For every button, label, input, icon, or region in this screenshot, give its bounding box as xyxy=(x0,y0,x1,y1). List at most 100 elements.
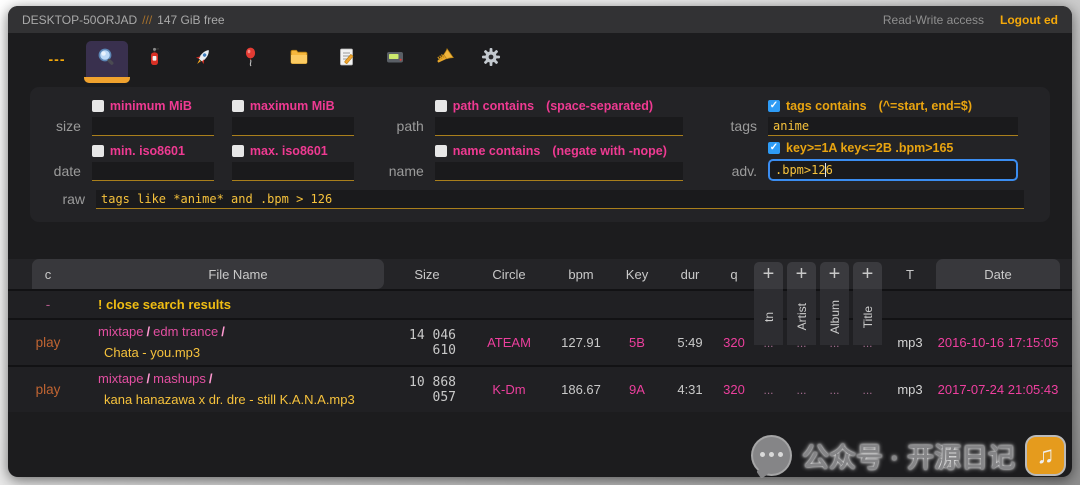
tab-new-doc[interactable] xyxy=(326,41,368,77)
file-link[interactable]: kana hanazawa x dr. dre - still K.A.N.A.… xyxy=(98,392,355,407)
path-segment[interactable]: mixtape xyxy=(98,324,144,339)
date-min-label[interactable]: min. iso8601 xyxy=(110,144,185,158)
desktop-frame: DESKTOP-50ORJAD /// 147 GiB free Read-Wr… xyxy=(0,0,1080,485)
col-header-bpm[interactable]: bpm xyxy=(552,267,610,282)
tab-search[interactable] xyxy=(86,41,128,77)
title-cell: ... xyxy=(851,383,884,397)
size-min-field: minimum MiB xyxy=(92,99,214,136)
hostname: DESKTOP-50ORJAD xyxy=(22,13,137,27)
size-max-checkbox[interactable] xyxy=(232,100,244,112)
file-name-cell: mixtape/mashups/ kana hanazawa x dr. dre… xyxy=(88,369,388,409)
q-cell: 320 xyxy=(716,382,752,397)
path-separator: / xyxy=(147,324,151,339)
col-header-c[interactable]: c xyxy=(8,267,88,282)
pager-icon xyxy=(384,46,406,73)
vertical-label-artist[interactable]: Artist xyxy=(787,289,816,345)
add-column-tn-button[interactable]: + xyxy=(754,262,783,289)
tags-checkbox[interactable]: ✓ xyxy=(768,100,780,112)
vertical-label-tn[interactable]: tn xyxy=(754,289,783,345)
tab-upload[interactable] xyxy=(182,41,224,77)
date-min-input[interactable] xyxy=(92,162,214,181)
search-panel: size minimum MiB maximum MiB path xyxy=(30,87,1050,222)
adv-label[interactable]: key>=1A key<=2B .bpm>165 xyxy=(786,141,953,155)
date-max-label[interactable]: max. iso8601 xyxy=(250,144,328,158)
size-row-label: size xyxy=(34,118,92,136)
adv-row-label: adv. xyxy=(725,163,768,181)
size-max-label[interactable]: maximum MiB xyxy=(250,99,335,113)
col-header-t[interactable]: T xyxy=(884,267,936,282)
bpm-cell: 127.91 xyxy=(552,335,610,350)
path-contains-label[interactable]: path contains xyxy=(453,99,534,113)
album-cell: ... xyxy=(818,383,851,397)
tab-message[interactable] xyxy=(374,41,416,77)
date-max-field: max. iso8601 xyxy=(232,144,354,181)
file-name-cell: mixtape/edm trance/ Chata - you.mp3 xyxy=(88,322,388,362)
table-header: c File Name Size Circle bpm Key dur q + … xyxy=(8,259,1072,289)
tab-settings[interactable] xyxy=(470,41,512,77)
top-status-bar: DESKTOP-50ORJAD /// 147 GiB free Read-Wr… xyxy=(8,6,1072,33)
chat-bubble-icon xyxy=(753,437,790,474)
collapse-panel-button[interactable]: --- xyxy=(34,41,80,77)
size-min-input[interactable] xyxy=(92,117,214,136)
close-row-dash[interactable]: - xyxy=(8,297,88,312)
watermark: 公众号 · 开源日记 ♫ xyxy=(753,436,1064,475)
path-segment[interactable]: edm trance xyxy=(153,324,218,339)
col-header-size[interactable]: Size xyxy=(388,267,466,282)
logout-link[interactable]: Logout ed xyxy=(1000,13,1058,27)
size-min-label[interactable]: minimum MiB xyxy=(110,99,192,113)
name-checkbox[interactable] xyxy=(435,145,447,157)
col-header-filename[interactable]: File Name xyxy=(88,267,388,282)
date-cell: 2016-10-16 17:15:05 xyxy=(936,335,1060,350)
col-header-key[interactable]: Key xyxy=(610,267,664,282)
vertical-label-album[interactable]: Album xyxy=(820,289,849,345)
col-header-dur[interactable]: dur xyxy=(664,267,716,282)
path-input[interactable] xyxy=(435,117,683,136)
tab-unpost[interactable] xyxy=(134,41,176,77)
name-input[interactable] xyxy=(435,162,683,181)
size-cell: 14 046 610 xyxy=(388,328,466,358)
adv-checkbox[interactable]: ✓ xyxy=(768,142,780,154)
size-min-checkbox[interactable] xyxy=(92,100,104,112)
adv-input[interactable] xyxy=(768,159,1018,181)
path-segment[interactable]: mixtape xyxy=(98,371,144,386)
path-row-label: path xyxy=(388,118,435,136)
gear-icon xyxy=(480,46,502,73)
add-column-artist-button[interactable]: + xyxy=(787,262,816,289)
vertical-label-title[interactable]: Title xyxy=(853,289,882,345)
dur-cell: 5:49 xyxy=(664,335,716,350)
date-min-checkbox[interactable] xyxy=(92,145,104,157)
add-column-album-button[interactable]: + xyxy=(820,262,849,289)
watermark-text: 公众号 · 开源日记 xyxy=(802,436,1015,475)
text-caret xyxy=(825,163,826,177)
tab-audio-settings[interactable] xyxy=(422,41,464,77)
tn-cell: ... xyxy=(752,383,785,397)
path-checkbox[interactable] xyxy=(435,100,447,112)
path-segment[interactable]: mashups xyxy=(153,371,206,386)
magnifier-icon xyxy=(96,46,118,73)
size-cell: 10 868 057 xyxy=(388,375,466,405)
close-search-results-link[interactable]: ! close search results xyxy=(88,297,1060,312)
tab-mkdir[interactable] xyxy=(278,41,320,77)
tags-contains-label[interactable]: tags contains xyxy=(786,99,867,113)
col-header-circle[interactable]: Circle xyxy=(466,267,552,282)
add-column-title-button[interactable]: + xyxy=(853,262,882,289)
date-max-checkbox[interactable] xyxy=(232,145,244,157)
play-button[interactable]: play xyxy=(8,382,88,397)
tags-input[interactable] xyxy=(768,117,1018,136)
table-row: play mixtape/mashups/ kana hanazawa x dr… xyxy=(8,365,1072,412)
results-table: c File Name Size Circle bpm Key dur q + … xyxy=(8,259,1072,412)
size-max-input[interactable] xyxy=(232,117,354,136)
search-row-1: size minimum MiB maximum MiB path xyxy=(34,99,1036,136)
col-header-date[interactable]: Date xyxy=(936,267,1060,282)
tab-bup[interactable] xyxy=(230,41,272,77)
col-header-q[interactable]: q xyxy=(716,267,752,282)
name-field: name contains (negate with -nope) xyxy=(435,144,683,181)
raw-query-input[interactable] xyxy=(96,190,1024,209)
file-link[interactable]: Chata - you.mp3 xyxy=(98,345,200,360)
play-button[interactable]: play xyxy=(8,335,88,350)
raw-row-label: raw xyxy=(34,191,96,209)
name-contains-label[interactable]: name contains xyxy=(453,144,541,158)
date-max-input[interactable] xyxy=(232,162,354,181)
tags-hint: (^=start, end=$) xyxy=(879,99,972,113)
tags-field: ✓ tags contains (^=start, end=$) xyxy=(768,99,1018,136)
